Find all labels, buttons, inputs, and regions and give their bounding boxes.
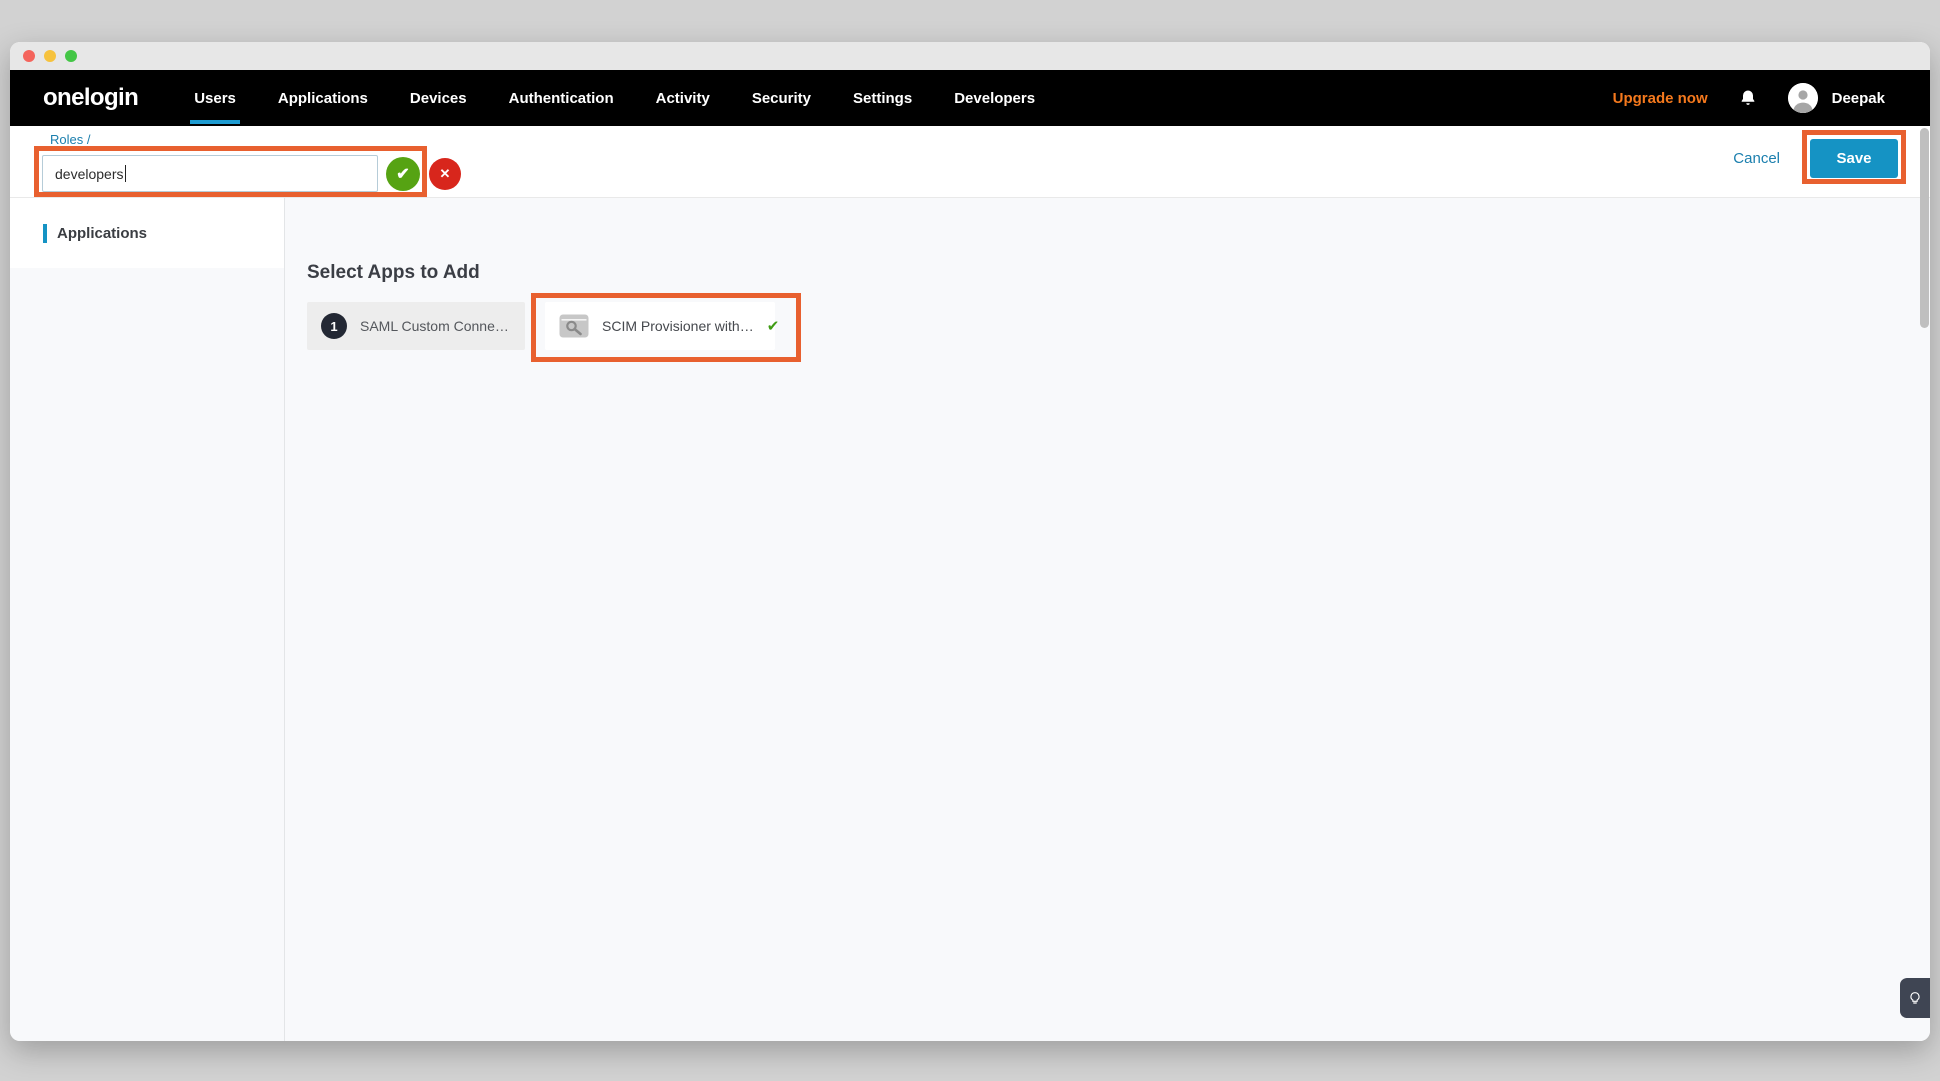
app-tiles: 1 SAML Custom Conne… SCIM Provisioner wi… (307, 302, 1930, 350)
window-controls (23, 50, 77, 62)
check-icon: ✔ (396, 164, 409, 184)
nav-item-settings[interactable]: Settings (853, 70, 912, 126)
top-nav: onelogin Users Applications Devices Auth… (10, 70, 1930, 126)
saml-app-tile[interactable]: 1 SAML Custom Conne… (307, 302, 525, 350)
text-caret (125, 165, 127, 182)
minimize-window-icon[interactable] (44, 50, 56, 62)
x-icon: ✕ (440, 166, 451, 182)
nav-item-authentication[interactable]: Authentication (509, 70, 614, 126)
nav-item-security[interactable]: Security (752, 70, 811, 126)
app-tile-label: SAML Custom Conne… (360, 318, 509, 334)
breadcrumb[interactable]: Roles / (50, 132, 90, 147)
app-count-badge: 1 (321, 313, 347, 339)
scrollbar-thumb[interactable] (1920, 128, 1929, 328)
app-tile-label: SCIM Provisioner with… (602, 318, 754, 334)
nav-menu: Users Applications Devices Authenticatio… (194, 70, 1035, 126)
zoom-window-icon[interactable] (65, 50, 77, 62)
nav-item-devices[interactable]: Devices (410, 70, 467, 126)
window-titlebar (10, 42, 1930, 70)
cancel-button[interactable]: Cancel (1733, 150, 1780, 167)
scim-app-tile[interactable]: SCIM Provisioner with… ✔ (545, 302, 775, 350)
page-title: Select Apps to Add (307, 262, 1930, 284)
user-name: Deepak (1832, 90, 1885, 107)
cancel-rename-button[interactable]: ✕ (429, 158, 461, 190)
help-widget-button[interactable] (1900, 978, 1930, 1018)
close-window-icon[interactable] (23, 50, 35, 62)
onelogin-logo[interactable]: onelogin (43, 84, 138, 112)
nav-item-users[interactable]: Users (194, 70, 236, 126)
notifications-bell-icon[interactable] (1738, 88, 1758, 108)
nav-right: Upgrade now Deepak (1613, 83, 1885, 113)
app-window: onelogin Users Applications Devices Auth… (10, 42, 1930, 1041)
lightbulb-icon (1907, 990, 1923, 1006)
user-menu[interactable]: Deepak (1788, 83, 1885, 113)
avatar (1788, 83, 1818, 113)
body-row: Applications Select Apps to Add 1 SAML C… (10, 198, 1930, 1041)
connector-card-icon (559, 314, 589, 338)
role-name-value: developers (55, 166, 124, 182)
save-button[interactable]: Save (1810, 139, 1898, 178)
selected-check-icon: ✔ (767, 317, 780, 335)
sidebar: Applications (10, 198, 285, 1041)
nav-item-developers[interactable]: Developers (954, 70, 1035, 126)
confirm-rename-button[interactable]: ✔ (386, 157, 420, 191)
sidebar-section: Applications (10, 198, 284, 268)
upgrade-now-link[interactable]: Upgrade now (1613, 90, 1708, 107)
active-indicator (43, 224, 47, 243)
sidebar-item-applications[interactable]: Applications (10, 224, 147, 243)
main-content: Select Apps to Add 1 SAML Custom Conne… … (285, 198, 1930, 1041)
sidebar-item-label: Applications (57, 225, 147, 242)
nav-item-applications[interactable]: Applications (278, 70, 368, 126)
nav-item-activity[interactable]: Activity (656, 70, 710, 126)
header-actions: Cancel Save (1733, 139, 1898, 178)
page-header: Roles / developers ✔ ✕ Cancel Save (10, 126, 1930, 198)
role-name-input[interactable]: developers (42, 155, 378, 192)
